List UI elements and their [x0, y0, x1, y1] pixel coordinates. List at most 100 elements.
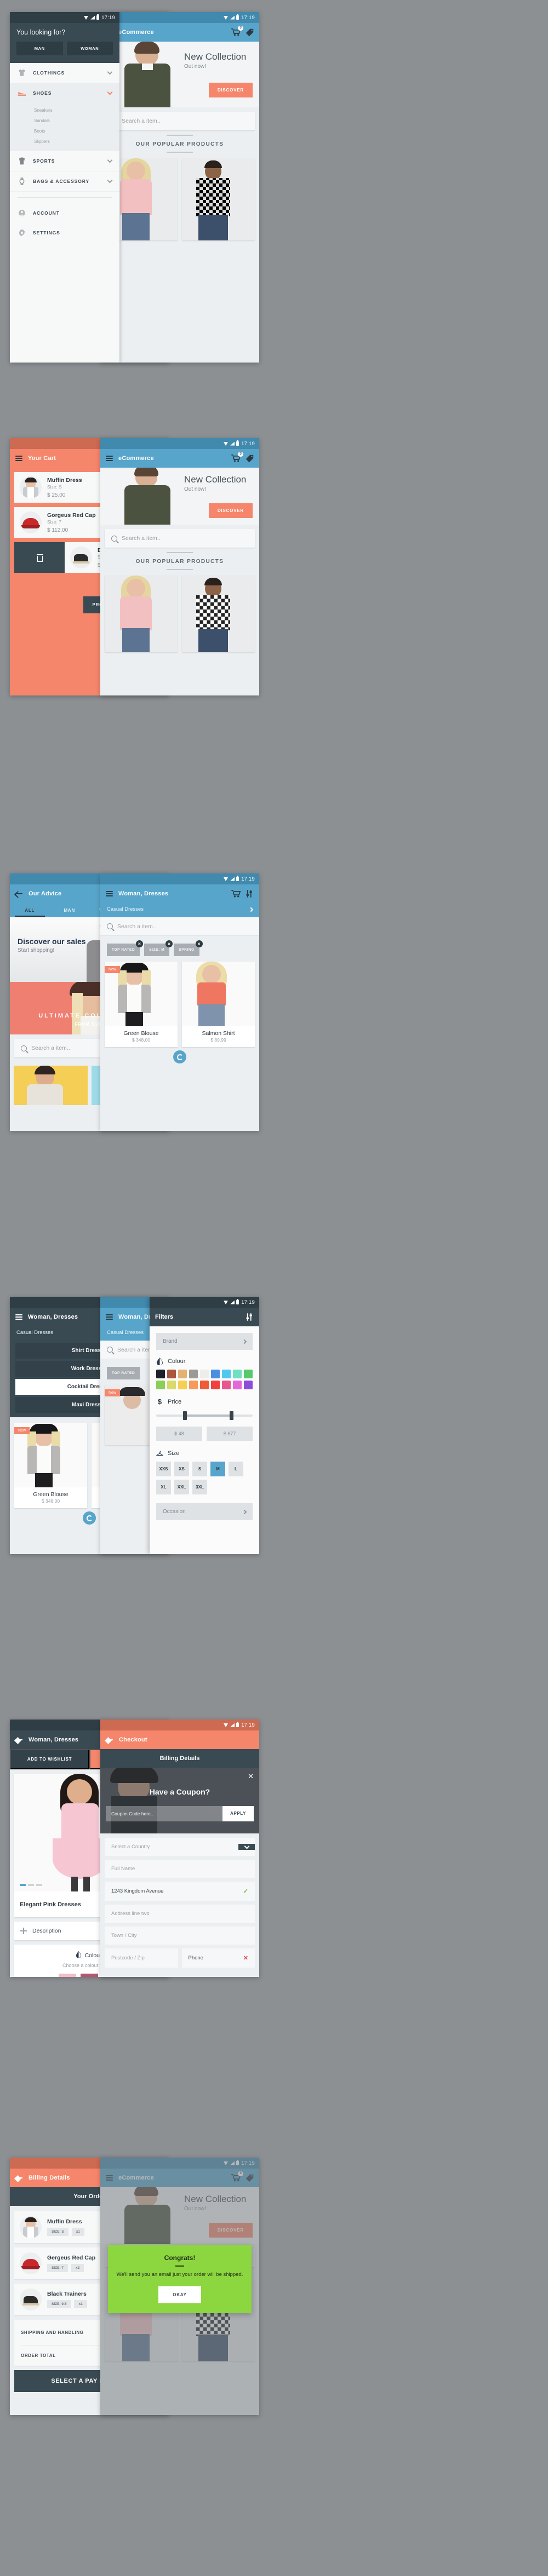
sidebar-item-bags-accessory[interactable]: BAGS & ACCESSORY [10, 171, 119, 192]
colour-swatch[interactable] [233, 1381, 242, 1389]
sidebar-item-settings[interactable]: SETTINGS [10, 223, 119, 243]
man-button[interactable]: MAN [16, 42, 63, 55]
colour-swatch[interactable] [200, 1381, 209, 1389]
colour-option[interactable] [81, 1974, 98, 1977]
colour-swatch[interactable] [156, 1370, 165, 1378]
phone-field[interactable]: Phone ✕ [181, 1948, 255, 1968]
size-option-l[interactable]: L [229, 1462, 243, 1476]
country-select[interactable]: Select a Country [105, 1838, 255, 1856]
submenu-item-slippers[interactable]: Slippers [10, 136, 119, 147]
carousel-dot[interactable] [36, 1884, 42, 1886]
close-icon[interactable]: ✕ [248, 1772, 254, 1781]
woman-button[interactable]: WOMAN [66, 42, 113, 55]
colour-swatch[interactable] [211, 1381, 220, 1389]
colour-option[interactable] [59, 1974, 76, 1977]
price-min-input[interactable]: $ 48 [156, 1427, 202, 1441]
colour-swatch[interactable] [244, 1381, 253, 1389]
tag-icon[interactable] [246, 28, 254, 37]
back-icon[interactable] [15, 890, 23, 897]
menu-icon[interactable] [15, 1314, 22, 1320]
product-card[interactable] [182, 576, 255, 652]
product-card[interactable]: New Green Blouse $ 348,00 [105, 962, 178, 1047]
sidebar-item-sports[interactable]: SPORTS [10, 151, 119, 171]
product-card[interactable]: Salmon Shirt $ 89,99 [182, 962, 255, 1047]
occasion-select[interactable]: Occasion [156, 1503, 253, 1520]
menu-icon[interactable] [106, 456, 113, 461]
colour-swatch[interactable] [222, 1370, 231, 1378]
okay-button[interactable]: OKAY [158, 2286, 201, 2304]
colour-swatch[interactable] [156, 1381, 165, 1389]
product-card[interactable] [182, 158, 255, 240]
cart-icon[interactable]: 3 [231, 452, 243, 462]
slider-knob-max[interactable] [229, 1411, 233, 1420]
full-name-field[interactable]: Full Name [105, 1860, 255, 1878]
menu-icon[interactable] [106, 1314, 113, 1320]
filter-icon[interactable] [246, 1313, 254, 1321]
colour-swatch[interactable] [189, 1381, 198, 1389]
discover-button[interactable]: DISCOVER [208, 503, 253, 518]
submenu-item-boots[interactable]: Boots [10, 126, 119, 136]
carousel-dot[interactable] [28, 1884, 34, 1886]
size-option-xs[interactable]: XS [174, 1462, 189, 1476]
product-card[interactable]: New Green Blouse $ 348,00 [14, 1423, 87, 1508]
colour-swatch[interactable] [178, 1370, 187, 1378]
tab-man[interactable]: MAN [50, 903, 90, 917]
postcode-field[interactable]: Postcode / Zip [105, 1948, 178, 1968]
size-option-3xl[interactable]: 3XL [192, 1480, 207, 1494]
sidebar-item-clothings[interactable]: CLOTHINGS [10, 63, 119, 83]
colour-swatch[interactable] [244, 1370, 253, 1378]
tab-all[interactable]: ALL [10, 903, 50, 917]
colour-swatch[interactable] [167, 1370, 176, 1378]
price-slider[interactable] [156, 1410, 253, 1421]
apply-button[interactable]: APPLY [222, 1806, 254, 1821]
carousel-dots[interactable] [20, 1884, 42, 1886]
town-city-field[interactable]: Town / City [105, 1927, 255, 1945]
cart-icon[interactable]: 3 [231, 26, 243, 36]
colour-swatch[interactable] [178, 1381, 187, 1389]
coupon-input[interactable]: Coupon Code here.. [106, 1806, 223, 1821]
chip-size[interactable]: SIZE: M ✕ [144, 940, 173, 956]
colour-swatch[interactable] [211, 1370, 220, 1378]
carousel-dot-active[interactable] [20, 1884, 26, 1886]
sidebar-item-shoes[interactable]: SHOES [10, 83, 119, 104]
breadcrumb[interactable]: Casual Dresses [100, 903, 259, 917]
size-option-xxs[interactable]: XXS [156, 1462, 171, 1476]
sidebar-item-account[interactable]: ACCOUNT [10, 203, 119, 223]
address-line-two-field[interactable]: Address line two [105, 1905, 255, 1923]
tag-icon[interactable] [246, 455, 254, 463]
chip-remove-icon[interactable]: ✕ [136, 940, 144, 947]
size-option-xl[interactable]: XL [156, 1480, 171, 1494]
chip-spring[interactable]: SPRING ✕ [174, 940, 203, 956]
size-option-s[interactable]: S [192, 1462, 207, 1476]
submenu-item-sneakers[interactable]: Sneakers [10, 105, 119, 116]
address-line-one-field[interactable]: 1243 Kingdom Avenue ✓ [105, 1882, 255, 1901]
colour-swatch[interactable] [222, 1381, 231, 1389]
chip-remove-icon[interactable]: ✕ [195, 940, 203, 947]
slider-knob-min[interactable] [183, 1411, 187, 1420]
back-icon[interactable] [15, 2175, 23, 2181]
brand-select[interactable]: Brand [156, 1333, 253, 1350]
colour-swatch[interactable] [200, 1370, 209, 1378]
back-icon[interactable] [106, 1737, 113, 1743]
size-option-xxl[interactable]: XXL [174, 1480, 189, 1494]
chip-remove-icon[interactable]: ✕ [165, 940, 173, 947]
size-option-m[interactable]: M [210, 1462, 225, 1476]
chip-top-rated[interactable]: TOP RATED [107, 1367, 140, 1379]
submenu-item-sandals[interactable]: Sandals [10, 116, 119, 126]
colour-swatch[interactable] [167, 1381, 176, 1389]
add-to-wishlist-button[interactable]: ADD TO WISHLIST [10, 1749, 89, 1769]
colour-swatch[interactable] [189, 1370, 198, 1378]
chip-top-rated[interactable]: TOP RATED ✕ [107, 940, 144, 956]
search-bar[interactable]: Search a item.. [105, 112, 255, 130]
menu-icon[interactable] [15, 456, 22, 461]
colour-swatch[interactable] [233, 1370, 242, 1378]
filter-icon[interactable] [246, 890, 254, 898]
discover-button[interactable]: DISCOVER [208, 83, 253, 97]
mini-card[interactable] [14, 1066, 88, 1105]
price-max-input[interactable]: $ 677 [207, 1427, 253, 1441]
back-icon[interactable] [15, 1737, 23, 1743]
menu-icon[interactable] [106, 891, 113, 896]
cart-icon[interactable] [231, 890, 241, 898]
delete-button[interactable] [14, 542, 65, 573]
search-bar[interactable]: Search a item.. [105, 529, 255, 548]
